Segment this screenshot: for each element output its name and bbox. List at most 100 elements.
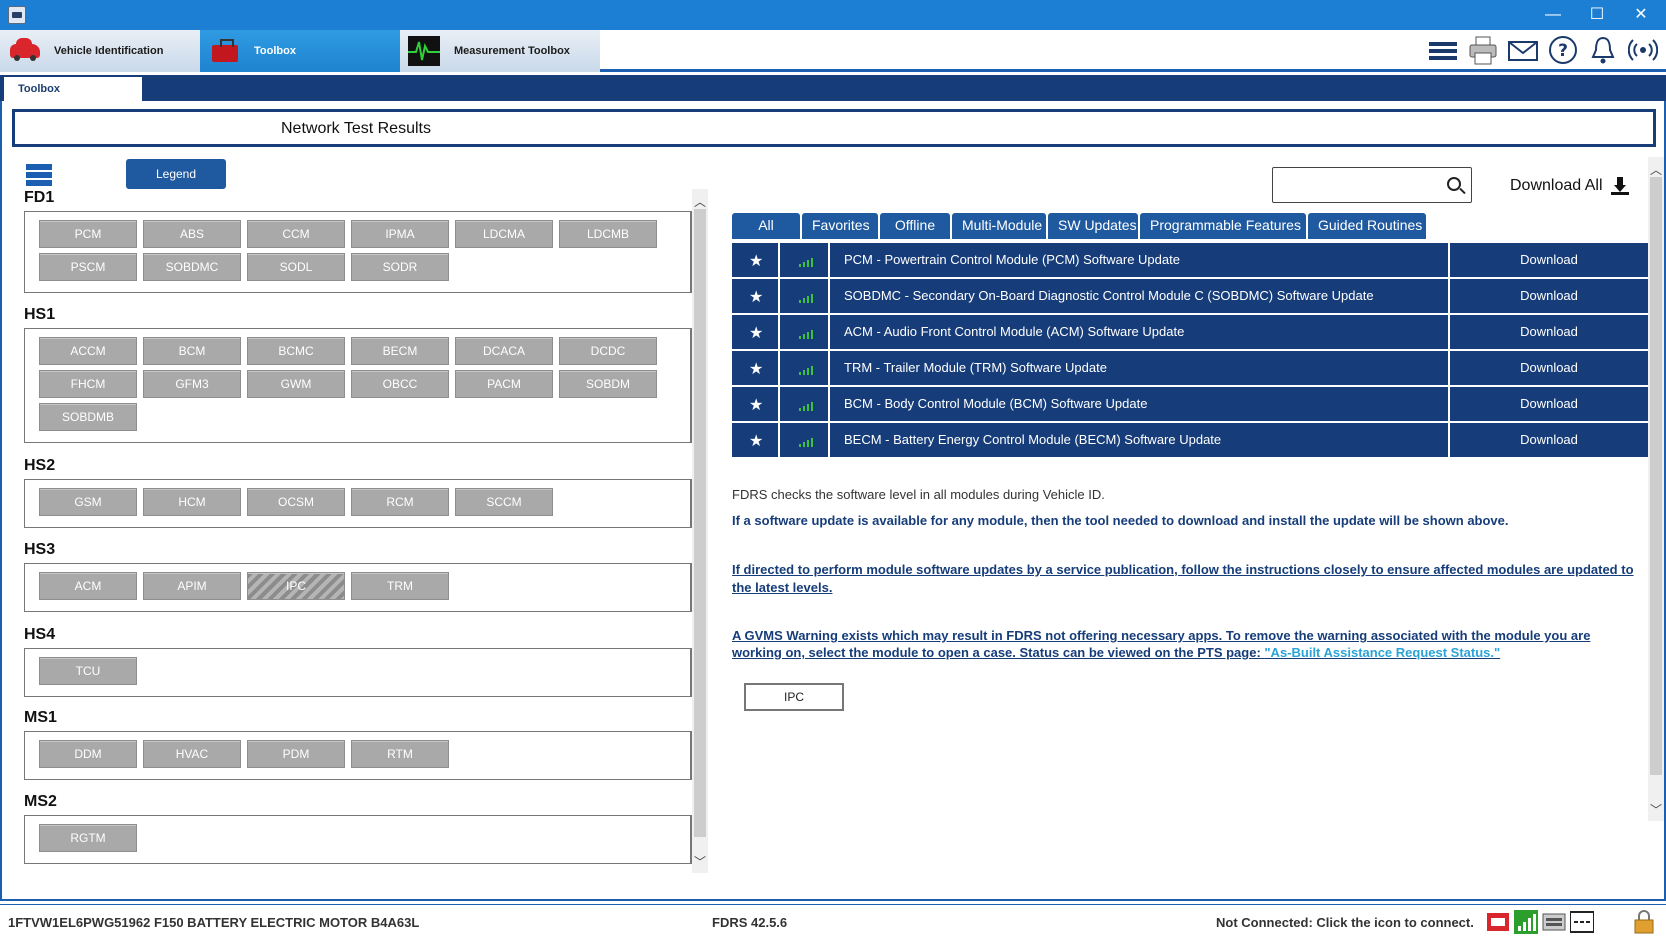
module-button-ddm[interactable]: DDM — [39, 740, 137, 768]
scroll-down-icon[interactable]: ﹀ — [694, 853, 706, 870]
module-button-ipc[interactable]: IPC — [247, 572, 345, 600]
mail-icon[interactable] — [1508, 34, 1538, 66]
module-button-rtm[interactable]: RTM — [351, 740, 449, 768]
module-button-sccm[interactable]: SCCM — [455, 488, 553, 516]
search-icon[interactable] — [1447, 177, 1461, 191]
module-button-ldcma[interactable]: LDCMA — [455, 220, 553, 248]
gvms-warning-link[interactable]: A GVMS Warning exists which may result i… — [732, 627, 1642, 661]
favorite-star-icon[interactable] — [732, 315, 780, 349]
filter-tab-all[interactable]: All — [732, 213, 800, 239]
download-button[interactable]: Download — [1448, 279, 1648, 313]
result-row[interactable]: BCM - Body Control Module (BCM) Software… — [732, 387, 1648, 421]
module-button-apim[interactable]: APIM — [143, 572, 241, 600]
module-button-ipma[interactable]: IPMA — [351, 220, 449, 248]
module-button-dcdc[interactable]: DCDC — [559, 337, 657, 365]
module-button-pdm[interactable]: PDM — [247, 740, 345, 768]
result-row[interactable]: SOBDMC - Secondary On-Board Diagnostic C… — [732, 279, 1648, 313]
filter-tab-multi-module[interactable]: Multi-Module — [952, 213, 1046, 239]
module-button-sobdm[interactable]: SOBDM — [559, 370, 657, 398]
favorite-star-icon[interactable] — [732, 387, 780, 421]
module-button-accm[interactable]: ACCM — [39, 337, 137, 365]
module-button-dcaca[interactable]: DCACA — [455, 337, 553, 365]
tab-toolbox-sub[interactable]: Toolbox — [4, 77, 142, 101]
vci-connect-icon[interactable] — [1486, 910, 1510, 934]
close-button[interactable]: ✕ — [1626, 4, 1656, 26]
module-button-gsm[interactable]: GSM — [39, 488, 137, 516]
module-button-sobdmc[interactable]: SOBDMC — [143, 253, 241, 281]
filter-tab-favorites[interactable]: Favorites — [802, 213, 878, 239]
menu-icon[interactable] — [1428, 34, 1458, 66]
signal-strength-icon — [782, 423, 830, 457]
module-button-abs[interactable]: ABS — [143, 220, 241, 248]
filter-tab-programmable-features[interactable]: Programmable Features — [1140, 213, 1306, 239]
scroll-down-icon[interactable]: ﹀ — [1650, 801, 1662, 818]
tab-vehicle-identification[interactable]: Vehicle Identification — [0, 30, 200, 72]
sub-tab-bar: Toolbox — [0, 75, 1666, 101]
favorite-star-icon[interactable] — [732, 351, 780, 385]
module-button-rcm[interactable]: RCM — [351, 488, 449, 516]
filter-tab-sw-updates[interactable]: SW Updates — [1048, 213, 1138, 239]
results-table: PCM - Powertrain Control Module (PCM) So… — [732, 243, 1648, 459]
results-scrollbar[interactable]: ︿ ﹀ — [1648, 157, 1664, 821]
result-row[interactable]: TRM - Trailer Module (TRM) Software Upda… — [732, 351, 1648, 385]
module-button-bcmc[interactable]: BCMC — [247, 337, 345, 365]
download-button[interactable]: Download — [1448, 351, 1648, 385]
module-button-ccm[interactable]: CCM — [247, 220, 345, 248]
filter-tab-offline[interactable]: Offline — [880, 213, 950, 239]
svg-text:?: ? — [1558, 41, 1568, 61]
maximize-button[interactable]: ☐ — [1582, 4, 1612, 26]
module-button-hvac[interactable]: HVAC — [143, 740, 241, 768]
module-button-hcm[interactable]: HCM — [143, 488, 241, 516]
module-button-sodl[interactable]: SODL — [247, 253, 345, 281]
module-button-bcm[interactable]: BCM — [143, 337, 241, 365]
help-icon[interactable]: ? — [1548, 34, 1578, 66]
module-button-sobdmb[interactable]: SOBDMB — [39, 403, 137, 431]
scrollbar-thumb[interactable] — [1650, 177, 1662, 775]
favorite-star-icon[interactable] — [732, 423, 780, 457]
module-button-ocsm[interactable]: OCSM — [247, 488, 345, 516]
result-row[interactable]: BECM - Battery Energy Control Module (BE… — [732, 423, 1648, 457]
favorite-star-icon[interactable] — [732, 243, 780, 277]
module-list-scrollbar[interactable]: ︿ ﹀ — [692, 189, 708, 873]
bell-icon[interactable] — [1588, 34, 1618, 66]
result-row[interactable]: ACM - Audio Front Control Module (ACM) S… — [732, 315, 1648, 349]
download-button[interactable]: Download — [1448, 423, 1648, 457]
download-button[interactable]: Download — [1448, 243, 1648, 277]
module-button-pacm[interactable]: PACM — [455, 370, 553, 398]
legend-button[interactable]: Legend — [126, 159, 226, 189]
scroll-up-icon[interactable]: ︿ — [694, 193, 706, 210]
service-publication-link[interactable]: If directed to perform module software u… — [732, 561, 1642, 597]
filter-tab-guided-routines[interactable]: Guided Routines — [1308, 213, 1426, 239]
scrollbar-thumb[interactable] — [694, 209, 706, 837]
scroll-up-icon[interactable]: ︿ — [1650, 161, 1662, 178]
result-row[interactable]: PCM - Powertrain Control Module (PCM) So… — [732, 243, 1648, 277]
module-button-sodr[interactable]: SODR — [351, 253, 449, 281]
search-input[interactable] — [1279, 174, 1439, 196]
wireless-icon[interactable] — [1627, 34, 1659, 66]
module-button-trm[interactable]: TRM — [351, 572, 449, 600]
minimize-button[interactable]: — — [1538, 4, 1568, 26]
module-button-pscm[interactable]: PSCM — [39, 253, 137, 281]
download-all-button[interactable]: Download All — [1510, 177, 1629, 195]
tab-measurement-toolbox[interactable]: Measurement Toolbox — [400, 30, 600, 72]
download-button[interactable]: Download — [1448, 315, 1648, 349]
module-button-gfm3[interactable]: GFM3 — [143, 370, 241, 398]
favorite-star-icon[interactable] — [732, 279, 780, 313]
list-view-icon[interactable] — [26, 164, 52, 186]
car-icon — [8, 36, 42, 66]
module-button-ldcmb[interactable]: LDCMB — [559, 220, 657, 248]
lock-icon[interactable] — [1632, 910, 1656, 934]
module-button-pcm[interactable]: PCM — [39, 220, 137, 248]
module-button-obcc[interactable]: OBCC — [351, 370, 449, 398]
module-button-tcu[interactable]: TCU — [39, 657, 137, 685]
download-button[interactable]: Download — [1448, 387, 1648, 421]
printer-icon[interactable] — [1468, 34, 1498, 66]
ipc-module-button[interactable]: IPC — [744, 683, 844, 711]
module-button-gwm[interactable]: GWM — [247, 370, 345, 398]
module-button-fhcm[interactable]: FHCM — [39, 370, 137, 398]
module-button-becm[interactable]: BECM — [351, 337, 449, 365]
module-button-acm[interactable]: ACM — [39, 572, 137, 600]
module-button-rgtm[interactable]: RGTM — [39, 824, 137, 852]
pts-status-link[interactable]: "As-Built Assistance Request Status." — [1264, 645, 1500, 660]
tab-toolbox[interactable]: Toolbox — [200, 30, 400, 72]
